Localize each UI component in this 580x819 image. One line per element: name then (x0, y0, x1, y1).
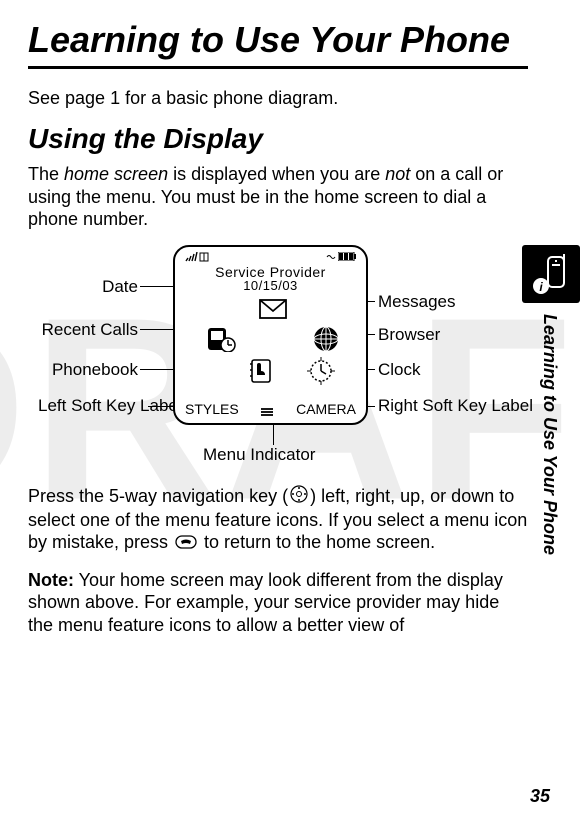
end-key-icon (175, 532, 197, 555)
label-browser: Browser (378, 325, 440, 345)
recent-calls-icon (205, 326, 237, 352)
note-label: Note: (28, 570, 74, 590)
phone-screen: Service Provider 10/15/03 (173, 245, 368, 425)
gprs-icon (199, 252, 209, 262)
title-rule (28, 66, 528, 69)
menu-indicator-icon (259, 404, 275, 414)
paragraph-2: Press the 5-way navigation key () left, … (28, 485, 528, 555)
label-date: Date (38, 277, 138, 297)
note-paragraph: Note: Your home screen may look differen… (28, 569, 528, 637)
intro-paragraph: See page 1 for a basic phone diagram. (28, 87, 528, 110)
page-number: 35 (530, 786, 550, 807)
service-provider-text: Service Provider (175, 265, 366, 279)
status-bar (175, 247, 366, 263)
p1-em2: not (385, 164, 410, 184)
page-title: Learning to Use Your Phone (28, 20, 528, 60)
label-right-soft: Right Soft Key Label (378, 397, 533, 416)
left-soft-key-label: STYLES (185, 401, 239, 417)
label-messages: Messages (378, 292, 455, 312)
phonebook-icon (245, 358, 277, 384)
label-recent-calls: Recent Calls (38, 320, 138, 340)
phone-info-icon: i (522, 245, 580, 303)
vibrate-icon (326, 252, 338, 262)
p2-a: Press the 5-way navigation key ( (28, 486, 288, 506)
page-container: Learning to Use Your Phone See page 1 fo… (0, 0, 580, 819)
menu-icon-grid (175, 296, 366, 386)
label-clock: Clock (378, 360, 421, 380)
label-menu-indicator: Menu Indicator (203, 445, 315, 465)
p1-em1: home screen (64, 164, 168, 184)
note-text: Your home screen may look different from… (28, 570, 503, 635)
label-left-soft: Left Soft Key Label (38, 397, 146, 416)
p1-b: is displayed when you are (168, 164, 385, 184)
label-phonebook: Phonebook (38, 360, 138, 380)
date-text: 10/15/03 (175, 279, 366, 292)
right-soft-key-label: CAMERA (296, 401, 356, 417)
side-caption: Learning to Use Your Phone (539, 314, 560, 555)
paragraph-1: The home screen is displayed when you ar… (28, 163, 528, 231)
messages-icon (257, 296, 289, 322)
p2-c: to return to the home screen. (199, 532, 435, 552)
clock-icon (305, 358, 337, 384)
section-heading: Using the Display (28, 123, 528, 155)
nav-key-icon (290, 485, 308, 509)
signal-icon (185, 252, 199, 262)
home-screen-figure: Date Recent Calls Phonebook Left Soft Ke… (38, 245, 518, 475)
browser-icon (310, 326, 342, 352)
p1-a: The (28, 164, 64, 184)
battery-icon (338, 252, 356, 261)
